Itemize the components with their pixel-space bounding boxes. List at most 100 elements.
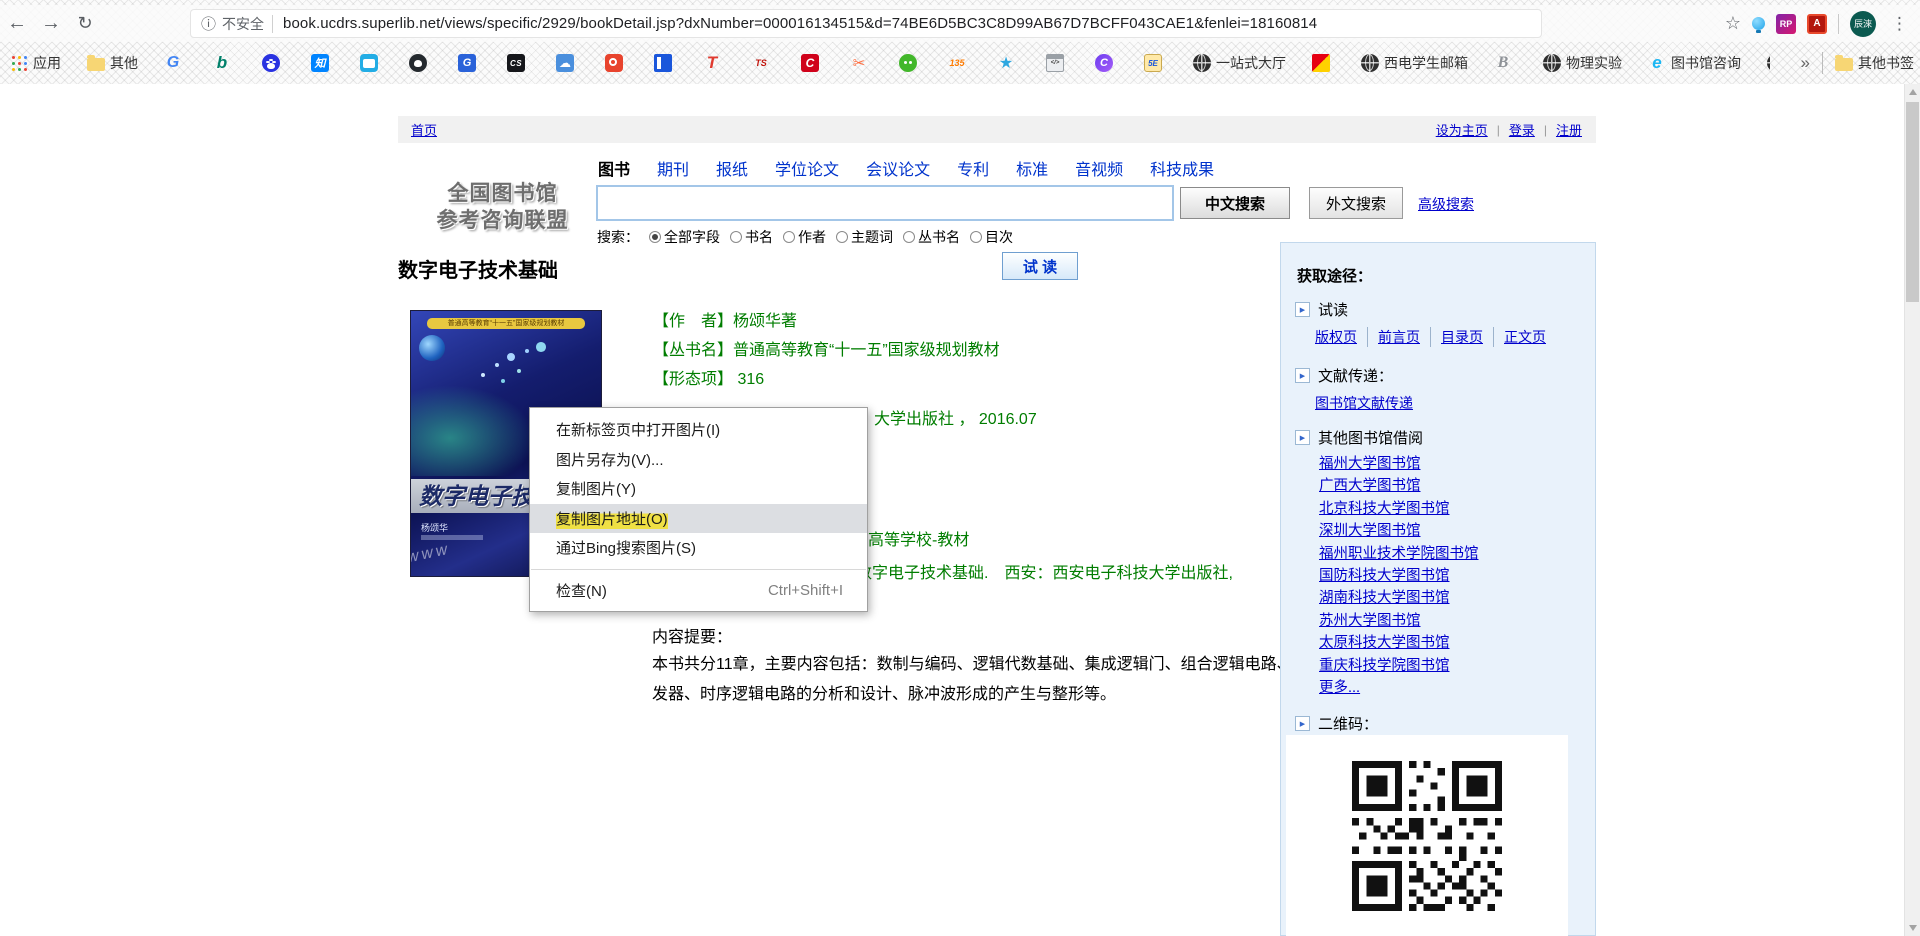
login-link[interactable]: 登录 [1509,120,1535,139]
context-menu-item[interactable]: 复制图片地址(O) [530,504,867,534]
context-menu-item[interactable]: 在新标签页中打开图片(I) [530,415,867,445]
bookmark-item[interactable]: B [1494,54,1517,72]
scroll-up-button[interactable] [1909,89,1917,95]
resource-tab[interactable]: 专利 [957,156,989,180]
back-button[interactable]: ← [0,12,34,35]
radio-icon[interactable] [783,231,795,243]
radio-icon[interactable] [970,231,982,243]
other-bookmarks-folder[interactable]: 其他书签 [1835,53,1914,73]
scope-radio-option[interactable]: 丛书名 [903,227,960,247]
resource-tab[interactable]: 学位论文 [775,156,839,180]
bookmark-item[interactable]: CS [507,54,530,72]
advanced-search-link[interactable]: 高级搜索 [1418,194,1474,214]
bookmarks-overflow-button[interactable]: » [1801,53,1810,73]
resource-tab[interactable]: 期刊 [657,156,689,180]
context-menu-item[interactable]: 复制图片(Y) [530,474,867,504]
reload-button[interactable]: ↻ [68,13,102,34]
foreign-search-button[interactable]: 外文搜索 [1309,187,1403,219]
library-link[interactable]: 福州大学图书馆 [1319,453,1421,475]
library-link[interactable]: 湖南科技大学图书馆 [1319,587,1450,609]
scrollbar[interactable] [1904,84,1920,936]
scope-radio-option[interactable]: 主题词 [836,227,893,247]
context-menu-item[interactable] [531,569,866,570]
bookmark-item[interactable] [262,54,285,72]
bookmark-item[interactable]: G [164,54,187,72]
tryread-page-link[interactable]: 目录页 [1430,327,1493,347]
bookmark-item[interactable] [605,54,628,72]
bookmark-item[interactable]: 应用 [10,53,61,73]
lightbulb-extension-icon[interactable] [1752,17,1765,30]
bookmark-item[interactable]: 教务处 [1767,53,1770,73]
resource-tab[interactable]: 报纸 [716,156,748,180]
page-info-icon[interactable]: ⓘ [201,13,216,34]
chinese-search-button[interactable]: 中文搜索 [1180,187,1290,219]
profile-avatar[interactable]: 辰淶 [1850,11,1876,37]
library-link[interactable]: 更多... [1319,677,1360,699]
resource-tab[interactable]: 标准 [1016,156,1048,180]
radio-icon[interactable] [649,231,661,243]
tryread-page-link[interactable]: 前言页 [1367,327,1430,347]
bookmark-item[interactable]: 西电学生邮箱 [1361,53,1468,73]
bookmark-item[interactable] [360,54,383,72]
document-delivery-link[interactable]: 图书馆文献传递 [1315,393,1413,413]
library-link[interactable]: 重庆科技学院图书馆 [1319,655,1450,677]
bookmark-item[interactable]: C [801,54,824,72]
scroll-down-button[interactable] [1909,925,1917,931]
bookmark-item[interactable]: 5E [1144,54,1167,72]
resource-tab[interactable]: 会议论文 [866,156,930,180]
scrollbar-thumb[interactable] [1906,102,1919,302]
bookmark-item[interactable] [1312,54,1335,72]
bookmark-item[interactable]: 物理实验 [1543,53,1622,73]
bookmark-star-icon[interactable]: ☆ [1725,13,1741,34]
address-bar[interactable]: ⓘ 不安全 book.ucdrs.superlib.net/views/spec… [190,9,1542,38]
search-input[interactable] [596,185,1174,221]
context-menu-item[interactable]: 检查(N) Ctrl+Shift+I [530,576,867,606]
library-link[interactable]: 太原科技大学图书馆 [1319,632,1450,654]
register-link[interactable]: 注册 [1556,120,1582,139]
library-link[interactable]: 广西大学图书馆 [1319,475,1421,497]
scope-radio-option[interactable]: 目次 [970,227,1013,247]
bookmark-item[interactable]: 其他 [87,53,138,73]
library-link[interactable]: 北京科技大学图书馆 [1319,498,1450,520]
bookmark-item[interactable]: 知 [311,54,334,72]
bookmark-item[interactable]: 135 [948,54,971,72]
home-link[interactable]: 首页 [411,120,437,139]
bookmark-item[interactable]: G [458,54,481,72]
bookmark-item[interactable]: </> [1046,54,1069,72]
library-link[interactable]: 国防科技大学图书馆 [1319,565,1450,587]
scope-radio-option[interactable]: 书名 [730,227,773,247]
library-link[interactable]: 深圳大学图书馆 [1319,520,1421,542]
library-link[interactable]: 苏州大学图书馆 [1319,610,1421,632]
tryread-page-link[interactable]: 正文页 [1493,327,1556,347]
radio-icon[interactable] [730,231,742,243]
bookmark-item[interactable]: TS [752,54,775,72]
tryread-page-link[interactable]: 版权页 [1315,327,1367,347]
context-menu-item[interactable]: 通过Bing搜索图片(S) [530,533,867,563]
bookmark-item[interactable]: 一站式大厅 [1193,53,1286,73]
set-homepage-link[interactable]: 设为主页 [1436,120,1488,139]
bookmark-item[interactable]: C [1095,54,1118,72]
bookmark-item[interactable] [409,54,432,72]
chrome-menu-button[interactable]: ⋮ [1887,14,1912,34]
bookmark-item[interactable]: ★ [997,54,1020,72]
rp-extension-icon[interactable]: RP [1776,14,1796,34]
resource-tab[interactable]: 图书 [598,156,630,180]
scope-radio-option[interactable]: 作者 [783,227,826,247]
bookmark-item[interactable] [654,54,677,72]
bookmark-item[interactable]: ☁ [556,54,579,72]
resource-tab[interactable]: 科技成果 [1150,156,1214,180]
context-menu-item[interactable]: 图片另存为(V)... [530,445,867,475]
url-text[interactable]: book.ucdrs.superlib.net/views/specific/2… [283,15,1317,32]
bookmark-item[interactable]: ✂ [850,54,873,72]
resource-tab[interactable]: 音视频 [1075,156,1123,180]
scope-radio-option[interactable]: 全部字段 [649,227,720,247]
bookmark-item[interactable]: b [213,54,236,72]
bookmark-item[interactable] [899,54,922,72]
library-link[interactable]: 福州职业技术学院图书馆 [1319,543,1479,565]
forward-button[interactable]: → [34,12,68,35]
radio-icon[interactable] [836,231,848,243]
radio-icon[interactable] [903,231,915,243]
try-read-button[interactable]: 试 读 [1002,252,1078,280]
adobe-acrobat-extension-icon[interactable]: A [1807,14,1827,34]
bookmark-item[interactable]: e 图书馆咨询 [1648,53,1741,73]
